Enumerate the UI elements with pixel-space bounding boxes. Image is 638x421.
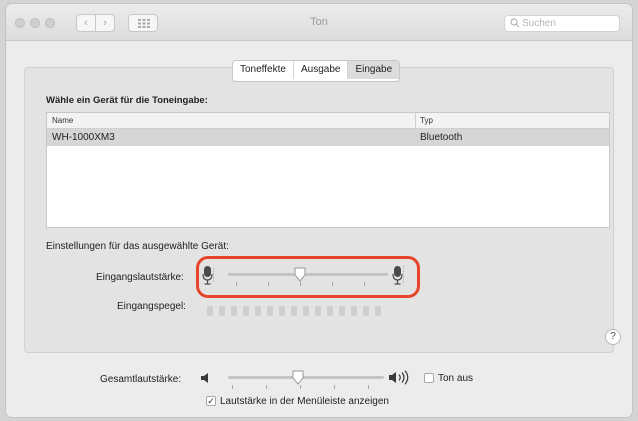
mute-label: Ton aus <box>438 373 474 384</box>
column-header-name[interactable]: Name <box>52 113 73 128</box>
input-device-heading: Wähle ein Gerät für die Toneingabe: <box>46 95 208 106</box>
output-volume-slider[interactable] <box>228 376 384 379</box>
tab-ausgabe[interactable]: Ausgabe <box>294 61 349 79</box>
column-header-type[interactable]: Typ <box>420 113 433 128</box>
level-segment <box>291 306 297 316</box>
device-table: Name Typ WH-1000XM3 Bluetooth <box>46 112 610 228</box>
slider-tick <box>300 385 301 389</box>
annotation-highlight <box>196 256 420 298</box>
level-segment <box>339 306 345 316</box>
input-level-meter <box>207 306 381 316</box>
tab-eingabe[interactable]: Eingabe <box>348 61 400 79</box>
level-segment <box>231 306 237 316</box>
input-volume-label: Eingangslautstärke: <box>96 272 184 283</box>
search-icon <box>510 18 520 28</box>
output-volume-label: Gesamtlautstärke: <box>100 374 182 385</box>
input-level-label: Eingangspegel: <box>117 301 186 312</box>
device-type: Bluetooth <box>420 132 463 143</box>
show-in-menubar-checkbox[interactable]: ✓ <box>206 396 216 406</box>
slider-tick <box>266 385 267 389</box>
mute-checkbox[interactable] <box>424 373 434 383</box>
level-segment <box>267 306 273 316</box>
window: ‹ › Ton Suchen Toneffekte Ausgabe Eingab… <box>6 4 632 417</box>
level-segment <box>351 306 357 316</box>
level-segment <box>279 306 285 316</box>
level-segment <box>219 306 225 316</box>
level-segment <box>375 306 381 316</box>
level-segment <box>315 306 321 316</box>
table-row[interactable]: WH-1000XM3 Bluetooth <box>47 129 609 146</box>
speaker-low-icon <box>201 373 208 383</box>
help-button[interactable]: ? <box>605 329 621 345</box>
output-volume-slider-thumb[interactable] <box>292 370 304 385</box>
speaker-high-icon <box>389 370 409 385</box>
tab-toneffekte[interactable]: Toneffekte <box>233 61 294 79</box>
device-settings-heading: Einstellungen für das ausgewählte Gerät: <box>46 241 229 252</box>
search-input[interactable]: Suchen <box>504 15 620 32</box>
titlebar: ‹ › Ton Suchen <box>6 4 632 41</box>
tab-bar: Toneffekte Ausgabe Eingabe <box>232 60 401 82</box>
slider-tick <box>232 385 233 389</box>
help-icon: ? <box>610 331 616 342</box>
checkmark-icon: ✓ <box>207 396 215 406</box>
slider-tick <box>334 385 335 389</box>
column-divider <box>415 113 416 128</box>
search-placeholder: Suchen <box>522 18 556 29</box>
level-segment <box>363 306 369 316</box>
level-segment <box>327 306 333 316</box>
level-segment <box>255 306 261 316</box>
slider-tick <box>368 385 369 389</box>
level-segment <box>207 306 213 316</box>
show-in-menubar-label: Lautstärke in der Menüleiste anzeigen <box>220 396 389 407</box>
table-header: Name Typ <box>47 113 609 129</box>
level-segment <box>303 306 309 316</box>
device-name: WH-1000XM3 <box>52 132 115 143</box>
level-segment <box>243 306 249 316</box>
